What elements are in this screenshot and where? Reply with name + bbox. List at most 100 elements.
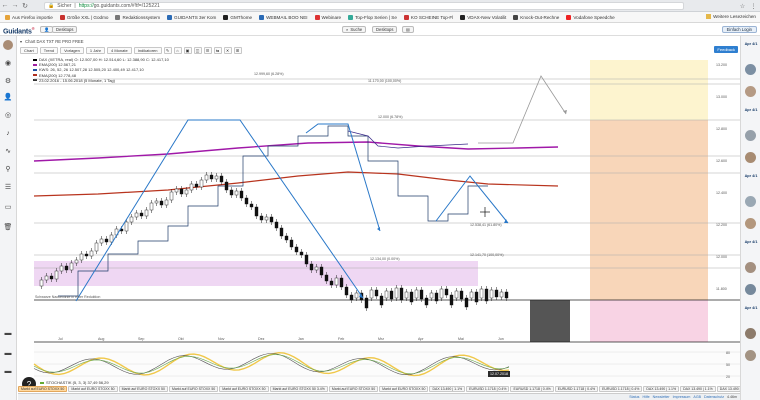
bottom-tab[interactable]: DAX 13.490 | 1.1% xyxy=(429,386,466,392)
status-link[interactable]: Newsletter xyxy=(653,395,670,399)
candle-body xyxy=(264,216,269,221)
user-avatar[interactable] xyxy=(745,64,756,75)
candle-body xyxy=(464,297,469,308)
folder-icon xyxy=(706,14,712,19)
candle-body xyxy=(404,291,409,299)
candle-body xyxy=(439,288,444,299)
bottom-tab[interactable]: Markt auf EURO STOXX 50 xyxy=(379,386,429,392)
globe-icon[interactable]: ◉ xyxy=(3,58,13,68)
status-link[interactable]: Hilfe xyxy=(642,395,649,399)
bottom-tab[interactable]: EURUSD 1.1718 | 0.4% xyxy=(466,386,510,392)
bookmark-item[interactable]: WEBMAIL BOO NEI xyxy=(256,13,310,22)
bookmark-item[interactable]: Top-Flop Serien | Se xyxy=(345,13,400,22)
candle-body xyxy=(504,291,509,299)
candle-body xyxy=(89,250,94,257)
other-bookmarks[interactable]: Weitere Lesezeichen xyxy=(706,14,756,19)
bookmark-item[interactable]: Vodafone Speedche xyxy=(563,13,617,22)
forward-icon[interactable]: → xyxy=(10,1,20,11)
candle-body xyxy=(169,191,174,201)
bottom-tab[interactable]: Markt auf EURO STOXX 50 xyxy=(168,386,219,392)
toggle-button[interactable]: ▤ xyxy=(402,26,414,33)
filter-icon[interactable]: ⚲ xyxy=(3,164,13,174)
user-avatar[interactable] xyxy=(745,262,756,273)
search-button[interactable]: ⌕ Suche xyxy=(342,26,367,33)
bottom-tab[interactable]: EURUSD 1.1718 | 0.4% xyxy=(599,386,643,392)
bookmark-favicon xyxy=(513,14,519,20)
candle-body xyxy=(49,275,54,280)
bookmark-item[interactable]: GMThome xyxy=(220,13,255,22)
document-icon[interactable]: ▭ xyxy=(3,202,13,212)
candle-body xyxy=(214,175,219,180)
calendar-tag[interactable]: Apr 4/1 xyxy=(743,42,759,46)
lock-icon: 🔒 xyxy=(48,3,55,9)
user-avatar[interactable] xyxy=(745,152,756,163)
star-icon[interactable]: ☆ xyxy=(738,2,747,10)
trash-icon[interactable]: 🗑 xyxy=(3,222,13,232)
candle-body xyxy=(39,279,44,287)
bottom-tab[interactable]: Markt auf EURO STOXX 50 xyxy=(219,386,269,392)
candle-body xyxy=(474,291,479,303)
bottom-tab[interactable]: Markt auf EURO STOXX 50 3.4% xyxy=(269,386,328,392)
status-link[interactable]: Status xyxy=(629,395,639,399)
bookmark-item[interactable]: GUIDANTS 3er Kom xyxy=(164,13,219,22)
address-bar[interactable]: 🔒 Sicher | https://go.guidants.com/#!tf=… xyxy=(44,2,684,10)
user-avatar[interactable] xyxy=(745,86,756,97)
bookmark-item[interactable]: Größe XXL | Godmo xyxy=(57,13,112,22)
menu-icon[interactable]: ⋮ xyxy=(749,2,758,10)
user-avatar[interactable] xyxy=(745,350,756,361)
desktops-button[interactable]: Desktops xyxy=(52,26,78,33)
user-avatar[interactable] xyxy=(745,218,756,229)
desktops-center-button[interactable]: Desktops xyxy=(372,26,398,33)
status-link[interactable]: AGB xyxy=(693,395,701,399)
reload-icon[interactable]: ↻ xyxy=(20,1,30,11)
folder-icon[interactable]: ▬ xyxy=(3,328,13,338)
user-icon[interactable]: 👤 xyxy=(3,92,13,102)
status-link[interactable]: Impressum xyxy=(673,395,691,399)
list-icon[interactable]: ☰ xyxy=(3,182,13,192)
folder-icon-3[interactable]: ▬ xyxy=(3,366,13,376)
bottom-tab[interactable]: DAX 13.490 | 1.1% xyxy=(680,386,716,392)
candle-body xyxy=(129,216,134,223)
calendar-tag[interactable]: Apr 4/1 xyxy=(743,108,759,112)
calendar-tag[interactable]: Apr 4/1 xyxy=(743,240,759,244)
bottom-tab[interactable]: EURUSD 1.1718 | 0.4% xyxy=(510,386,554,392)
bottom-tab[interactable]: EURUSD 1.1718 | 0.4% xyxy=(554,386,599,392)
user-avatar[interactable] xyxy=(745,196,756,207)
profile-avatar[interactable] xyxy=(3,40,13,50)
login-button[interactable]: Einfach Login xyxy=(721,26,757,33)
folder-icon-2[interactable]: ▬ xyxy=(3,348,13,358)
bottom-tab[interactable]: Markt auf EURO STOXX 50 xyxy=(68,386,118,392)
bookmark-item[interactable]: Aus Firefox importie xyxy=(2,13,56,22)
bottom-tab[interactable]: DAX 13.490 | 1.1% xyxy=(643,386,680,392)
bell-icon[interactable]: ♪ xyxy=(3,128,13,138)
bookmark-item[interactable]: VDAX-New Volatilit xyxy=(457,13,509,22)
x-axis-label: Mai xyxy=(458,337,464,341)
back-icon[interactable]: ← xyxy=(0,1,10,11)
bookmark-item[interactable]: Webinare xyxy=(312,13,345,22)
guidants-logo[interactable]: Guidants® xyxy=(3,26,35,35)
support-zone xyxy=(34,261,478,286)
user-avatar[interactable] xyxy=(745,130,756,141)
bookmark-item[interactable]: Redaktionssystem xyxy=(112,13,163,22)
secure-label: Sicher xyxy=(57,3,72,9)
bottom-tab[interactable]: Markt auf EURO STOXX 50 xyxy=(118,386,168,392)
eye-icon[interactable]: ◎ xyxy=(3,110,13,120)
calendar-tag[interactable]: Apr 4/1 xyxy=(743,174,759,178)
bookmark-item[interactable]: Knock-Out-Rechne xyxy=(510,13,562,22)
chart-icon[interactable]: ∿ xyxy=(3,146,13,156)
price-chart[interactable]: 12.999,60 (6.28%) 11.170,00 (100,00%) 12.0… xyxy=(18,36,740,400)
osc-swatch xyxy=(40,381,44,384)
bookmark-item[interactable]: KO SCHEINE Top-Fl xyxy=(401,13,456,22)
bookmark-label: Webinare xyxy=(321,14,342,20)
status-link[interactable]: Datenschutz xyxy=(704,395,724,399)
candle-body xyxy=(54,270,59,280)
bottom-tab[interactable]: Markt auf EURO STOXX 50 xyxy=(328,386,379,392)
bottom-tab[interactable]: DAX 13.490 | 1.1% xyxy=(716,386,740,392)
user-avatar[interactable] xyxy=(745,328,756,339)
user-avatar[interactable] xyxy=(745,284,756,295)
bookmark-label: VDAX-New Volatilit xyxy=(467,14,507,20)
bottom-tabs: Markt auf EURO STOXX 50 Markt auf EURO ST… xyxy=(18,386,740,393)
gear-icon[interactable]: ⚙ xyxy=(3,76,13,86)
bottom-tab[interactable]: Markt auf EURO STOXX 50 xyxy=(18,386,68,392)
calendar-tag[interactable]: Apr 4/1 xyxy=(743,306,759,310)
